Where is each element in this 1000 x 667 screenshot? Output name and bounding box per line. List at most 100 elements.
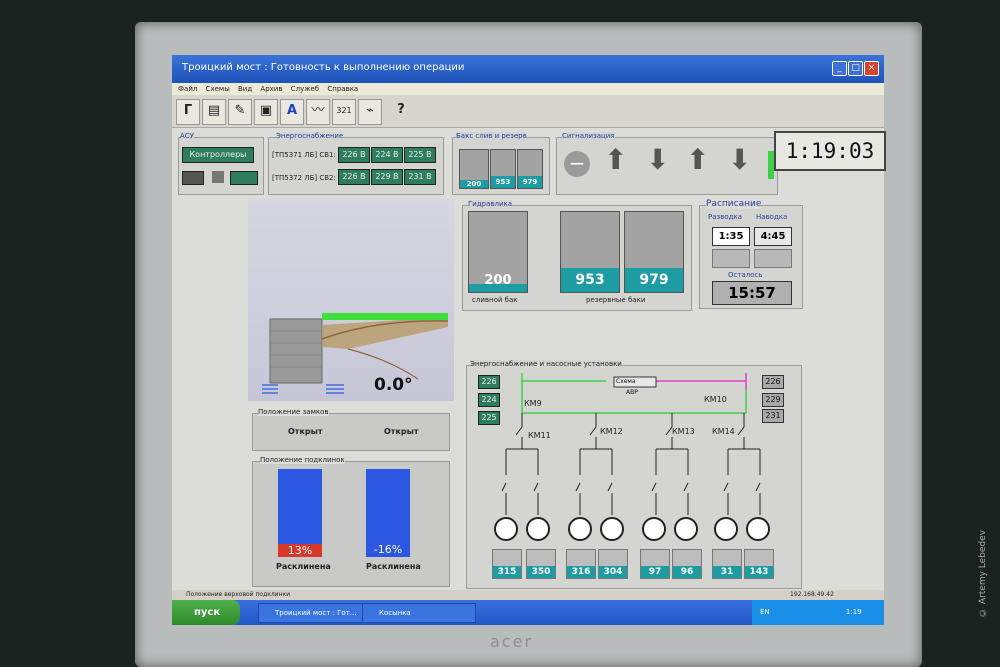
pump-motor-icon[interactable] [600, 517, 624, 541]
km14-label: КМ14 [712, 427, 735, 436]
km12-label: КМ12 [600, 427, 623, 436]
reserve-tank-2: 979 [624, 211, 684, 293]
arrow-down-icon: ⬇ [728, 143, 752, 176]
bridge-illustration [262, 313, 449, 394]
remaining-time: 15:57 [712, 281, 792, 305]
bridge-angle: 0.0° [374, 375, 413, 395]
help-button[interactable]: ? [390, 99, 412, 123]
km9-label: КМ9 [524, 399, 542, 408]
system-tray: EN 1:19 [752, 600, 884, 625]
navodka-slot-2 [754, 249, 792, 268]
pump-motor-icon[interactable] [494, 517, 518, 541]
small-tank-drain: 200 [459, 149, 489, 189]
counter-button[interactable]: 321 [332, 99, 356, 125]
menu-archive[interactable]: Архив [260, 85, 282, 93]
maximize-button[interactable]: □ [848, 61, 863, 76]
pad-left-fill [278, 469, 322, 546]
asu-group [178, 137, 264, 195]
pump-value-6: 96 [672, 549, 702, 579]
status-text: Положение верховой подклинки [186, 591, 291, 598]
menu-service[interactable]: Служеб [291, 85, 319, 93]
lock-left-state: Открыт [288, 427, 323, 436]
monitor-brand: acer [490, 632, 534, 651]
pad-left-value: 13% [278, 544, 322, 557]
start-button[interactable]: пуск [172, 600, 240, 625]
arrow-down-icon: ⬇ [646, 143, 670, 176]
close-button[interactable]: × [864, 61, 879, 76]
signal-label: Сигнализация [562, 132, 615, 140]
lock-right-state: Открыт [384, 427, 419, 436]
pump-value-4: 304 [598, 549, 628, 579]
voltage-2-2: 229 В [371, 169, 403, 185]
controllers-button[interactable]: Контроллеры [182, 147, 254, 163]
pump-motor-icon[interactable] [746, 517, 770, 541]
razvodka-time: 1:35 [712, 227, 750, 246]
minimize-button[interactable]: _ [832, 61, 847, 76]
status-bar: Положение верховой подклинки 192.168.49.… [172, 590, 884, 600]
locks-label: Положение замков [258, 408, 329, 416]
navodka-time: 4:45 [754, 227, 792, 246]
auto-button[interactable]: A [280, 99, 304, 125]
lock-status-icon [212, 171, 224, 183]
energy-label: Энергоснабжение [276, 132, 344, 140]
language-indicator[interactable]: EN [760, 608, 770, 616]
voltage-1-1: 226 В [338, 147, 370, 163]
voltage-1-3: 225 В [404, 147, 436, 163]
reserve-tank-1-value: 953 [561, 268, 619, 292]
hydraulics-label: Гидравлика [468, 200, 513, 208]
chart-icon[interactable]: 〰 [306, 99, 330, 125]
pump-motor-icon[interactable] [526, 517, 550, 541]
asu-status-indicator [230, 171, 258, 185]
reserve-tank-1: 953 [560, 211, 620, 293]
photo-credit: © Artemy Lebedev [978, 530, 988, 617]
status-ip: 192.168.49.42 [790, 591, 834, 598]
menu-schemes[interactable]: Схемы [206, 85, 230, 93]
pump-value-5: 97 [640, 549, 670, 579]
locks-panel [252, 413, 450, 451]
energy-row2-label: [ТП5372 ЛБ] СВ2: [272, 174, 336, 182]
lock-icon[interactable]: ▣ [254, 99, 278, 125]
schedule-label: Расписание [706, 199, 762, 209]
arrow-up-icon: ⬆ [604, 143, 628, 176]
voltage-1-2: 224 В [371, 147, 403, 163]
pump-value-1: 315 [492, 549, 522, 579]
document-icon[interactable]: ▤ [202, 99, 226, 125]
taskbar-item-bridge[interactable]: Троицкий мост : Гот... [258, 603, 372, 623]
pump-motor-icon[interactable] [568, 517, 592, 541]
pad-right-value: -16% [366, 543, 410, 557]
taskbar-item-solitaire[interactable]: Косынка [362, 603, 476, 623]
pump-motor-icon[interactable] [642, 517, 666, 541]
ready-button[interactable]: Г [176, 99, 200, 125]
menu-file[interactable]: Файл [178, 85, 197, 93]
small-tank-reserve-1: 953 [490, 149, 516, 189]
pump-value-7: 31 [712, 549, 742, 579]
drain-tank-value: 200 [484, 273, 512, 288]
km11-label: КМ11 [528, 431, 551, 440]
pad-right-state: Расклинена [366, 562, 421, 571]
menu-bar: Файл Схемы Вид Архив Служеб Справка [172, 83, 884, 95]
pump-motor-icon[interactable] [714, 517, 738, 541]
pump-value-8: 143 [744, 549, 774, 579]
computer-icon [182, 171, 204, 185]
small-tank-reserve-2: 979 [517, 149, 543, 189]
reserve-tanks-label: резервные баки [586, 296, 646, 304]
pen-icon[interactable]: ✎ [228, 99, 252, 125]
asu-label: АСУ [180, 132, 194, 140]
reserve-tank-2-value: 979 [625, 268, 683, 292]
avr-label: АВР [626, 389, 638, 396]
menu-help[interactable]: Справка [327, 85, 358, 93]
pads-label: Положение подклинок [260, 456, 345, 464]
scheme-label[interactable]: Схема [616, 378, 636, 385]
taskbar: пуск Троицкий мост : Гот... Косынка EN 1… [172, 600, 884, 625]
pad-right-gauge: -16% [366, 469, 410, 557]
pad-right-fill [366, 469, 410, 543]
pad-left-state: Расклинена [276, 562, 331, 571]
toolbar: Г ▤ ✎ ▣ A 〰 321 ⌁ ? [172, 95, 884, 128]
voltage-2-1: 226 В [338, 169, 370, 185]
menu-view[interactable]: Вид [238, 85, 252, 93]
energy-group [268, 137, 444, 195]
title-bar: Троицкий мост : Готовность к выполнению … [172, 55, 884, 83]
pump-motor-icon[interactable] [674, 517, 698, 541]
arrow-up-icon: ⬆ [686, 143, 710, 176]
plug-icon[interactable]: ⌁ [358, 99, 382, 125]
